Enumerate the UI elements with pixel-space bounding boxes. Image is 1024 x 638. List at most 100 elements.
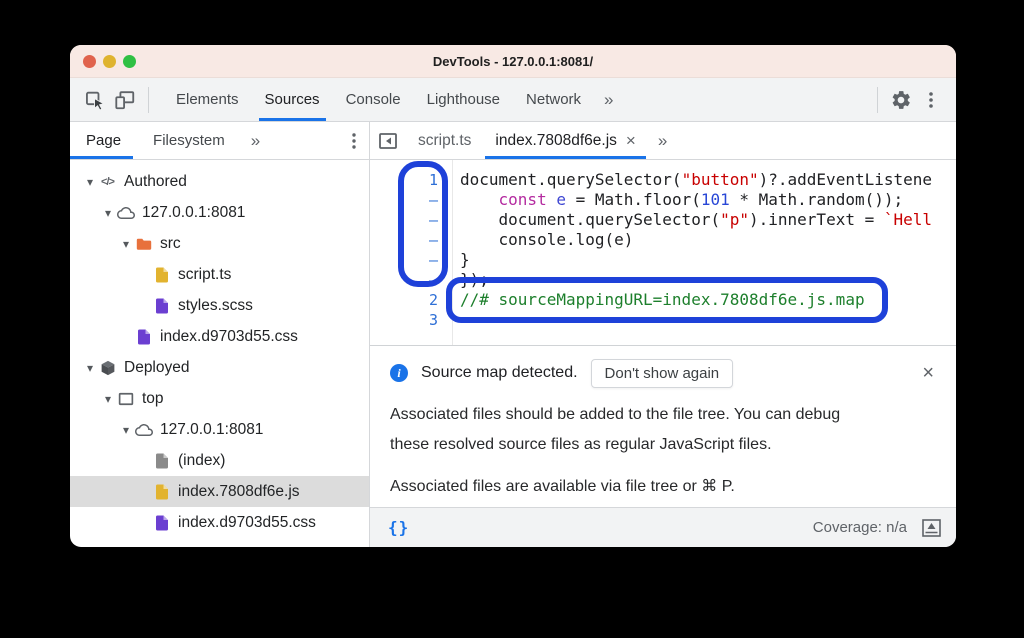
code-token: //# sourceMappingURL=index.7808df6e.js.m… (460, 290, 865, 309)
code-line: –} (370, 250, 956, 270)
editor-pane: script.tsindex.7808df6e.js× » 1document.… (370, 122, 956, 547)
kebab-menu-icon[interactable] (916, 85, 946, 115)
cloud-icon (134, 420, 153, 439)
tree-item-src[interactable]: ▾ src (70, 228, 369, 259)
tree-item-label: index.7808df6e.js (178, 483, 300, 501)
source-map-notification: i Source map detected. Don't show again … (370, 345, 956, 507)
code-token: const (499, 190, 547, 209)
tree-item-index-d9703d55-css[interactable]: index.d9703d55.css (70, 321, 369, 352)
dont-show-again-button[interactable]: Don't show again (591, 359, 734, 388)
notification-paragraph: Associated files should be added to the … (390, 400, 936, 460)
close-notification-icon[interactable]: × (920, 362, 936, 385)
editor-tab-script-ts[interactable]: script.ts (406, 122, 483, 159)
editor-tabs: script.ts index.7808df6e.js× » (370, 122, 956, 160)
settings-gear-icon[interactable] (886, 85, 916, 115)
code-text: }); (452, 270, 489, 290)
device-toolbar-icon[interactable] (110, 85, 140, 115)
expand-caret-icon[interactable]: ▾ (100, 392, 116, 406)
code-token (547, 190, 557, 209)
tree-item-label: index.d9703d55.css (178, 514, 316, 532)
tree-item-index-7808df6e-js[interactable]: index.7808df6e.js (70, 476, 369, 507)
more-editor-tabs-button[interactable]: » (648, 122, 677, 159)
code-line: –}); (370, 270, 956, 290)
tab-lighthouse[interactable]: Lighthouse (414, 78, 513, 121)
hide-navigator-icon[interactable] (370, 122, 406, 159)
sidebar-tab-page[interactable]: Page (70, 122, 137, 159)
line-number[interactable]: – (370, 210, 452, 230)
tab-console[interactable]: Console (333, 78, 414, 121)
expand-caret-icon[interactable]: ▾ (118, 423, 134, 437)
tree-item-index-d9703d55-css[interactable]: index.d9703d55.css (70, 507, 369, 538)
tree-item-127-0-0-1-8081[interactable]: ▾ 127.0.0.1:8081 (70, 414, 369, 445)
tree-item-index[interactable]: (index) (70, 445, 369, 476)
tree-item-authored[interactable]: ▾</>Authored (70, 166, 369, 197)
code-token: document.querySelector( (460, 210, 720, 229)
line-number[interactable]: – (370, 230, 452, 250)
code-line: 2 //# sourceMappingURL=index.7808df6e.js.… (370, 290, 956, 310)
expand-caret-icon[interactable]: ▾ (82, 175, 98, 189)
editor-tab-index-7808df6e-js[interactable]: index.7808df6e.js× (483, 122, 647, 159)
file-purple-icon (134, 327, 153, 346)
tab-elements[interactable]: Elements (163, 78, 252, 121)
pretty-print-button[interactable]: {} (384, 518, 413, 537)
tab-sources[interactable]: Sources (252, 78, 333, 121)
code-token: `Hell (884, 210, 932, 229)
code-token: document.querySelector( (460, 170, 682, 189)
tab-network[interactable]: Network (513, 78, 594, 121)
code-editor[interactable]: 1document.querySelector("button")?.addEv… (370, 160, 956, 345)
zoom-window-button[interactable] (123, 55, 136, 68)
tree-item-top[interactable]: ▾ top (70, 383, 369, 414)
notification-paragraph: Associated files are available via file … (390, 472, 936, 502)
tree-item-script-ts[interactable]: script.ts (70, 259, 369, 290)
toolbar-separator (877, 87, 878, 113)
code-token: )?.addEventListene (759, 170, 932, 189)
tree-item-styles-scss[interactable]: styles.scss (70, 290, 369, 321)
file-tree: ▾</>Authored▾127.0.0.1:8081▾srcscript.ts… (70, 160, 369, 547)
tree-item-127-0-0-1-8081[interactable]: ▾ 127.0.0.1:8081 (70, 197, 369, 228)
folder-icon (134, 234, 153, 253)
cloud-icon (116, 203, 135, 222)
expand-caret-icon[interactable]: ▾ (82, 361, 98, 375)
code-icon: </> (98, 172, 117, 191)
devtools-toolbar: ElementsSourcesConsoleLighthouseNetwork … (70, 78, 956, 122)
sidebar-kebab-menu-icon[interactable] (339, 122, 369, 159)
code-line: – const e = Math.floor(101 * Math.random… (370, 190, 956, 210)
code-token: e (556, 190, 566, 209)
tree-item-label: 127.0.0.1:8081 (160, 421, 263, 439)
gutter-divider (452, 160, 453, 345)
line-number[interactable]: 3 (370, 310, 452, 330)
code-text: //# sourceMappingURL=index.7808df6e.js.m… (452, 290, 865, 310)
code-token: 101 (701, 190, 730, 209)
line-number[interactable]: – (370, 270, 452, 290)
code-token (460, 190, 499, 209)
editor-tab-label: script.ts (418, 132, 471, 150)
tree-item-label: top (142, 390, 164, 408)
more-sidebar-tabs-button[interactable]: » (241, 122, 270, 159)
line-number[interactable]: – (370, 190, 452, 210)
tree-item-label: script.ts (178, 266, 231, 284)
notification-paragraph-line: these resolved source files as regular J… (390, 430, 936, 460)
expand-caret-icon[interactable]: ▾ (100, 206, 116, 220)
tree-item-deployed[interactable]: ▾Deployed (70, 352, 369, 383)
open-drawer-icon[interactable] (921, 518, 942, 538)
more-panels-button[interactable]: » (594, 78, 623, 121)
minimize-window-button[interactable] (103, 55, 116, 68)
code-token: } (460, 250, 470, 269)
code-token: "p" (720, 210, 749, 229)
expand-caret-icon[interactable]: ▾ (118, 237, 134, 251)
tree-item-label: (index) (178, 452, 225, 470)
navigator-sidebar: PageFilesystem » ▾</>Authored▾127.0.0.1:… (70, 122, 370, 547)
code-token: console.log(e) (460, 230, 633, 249)
line-number[interactable]: 1 (370, 170, 452, 190)
code-text: document.querySelector("p").innerText = … (452, 210, 932, 230)
close-tab-icon[interactable]: × (626, 132, 636, 149)
close-window-button[interactable] (83, 55, 96, 68)
line-number[interactable]: – (370, 250, 452, 270)
window-title: DevTools - 127.0.0.1:8081/ (433, 54, 593, 69)
tree-item-label: src (160, 235, 181, 253)
inspect-element-icon[interactable] (80, 85, 110, 115)
line-number[interactable]: 2 (370, 290, 452, 310)
code-text: const e = Math.floor(101 * Math.random()… (452, 190, 903, 210)
tree-item-label: 127.0.0.1:8081 (142, 204, 245, 222)
sidebar-tab-filesystem[interactable]: Filesystem (137, 122, 241, 159)
